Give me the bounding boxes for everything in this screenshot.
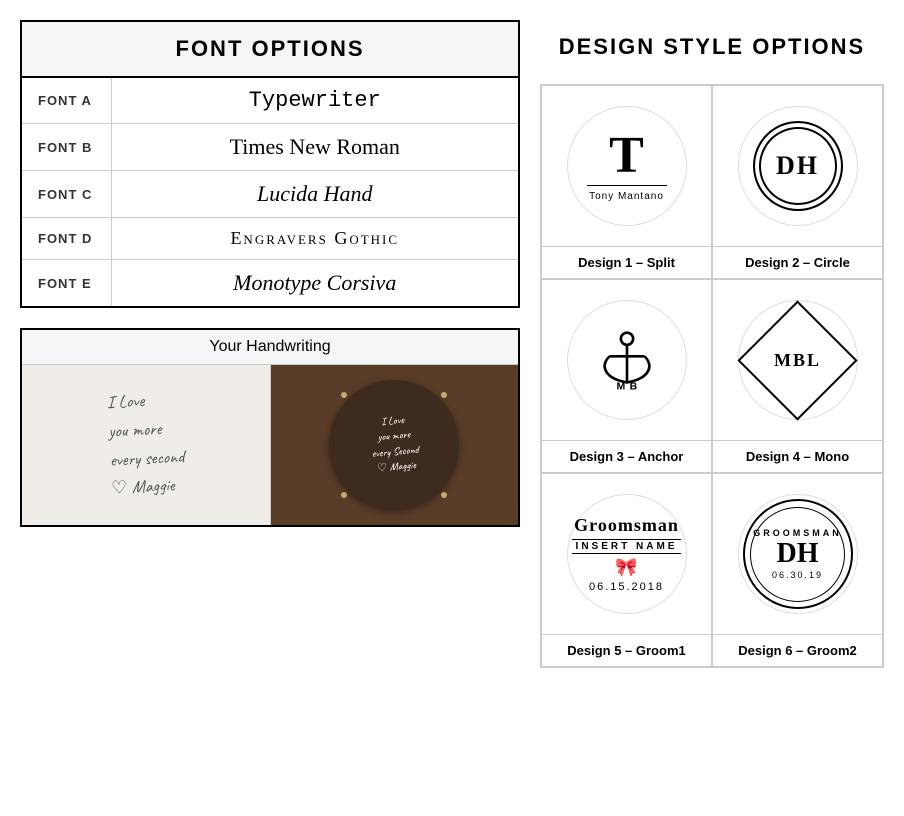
design-cell-2: DH Design 2 – Circle [712, 85, 883, 279]
bow-tie-icon: 🎀 [615, 557, 637, 578]
design6-inner: GROOMSMAN DH 06.30.19 [743, 499, 853, 609]
handwriting-images: I Love you more every second ♡ Maggie I … [22, 365, 518, 525]
design-cell-1: T Tony Mantano Design 1 – Split [541, 85, 712, 279]
font-row-c: FONT C Lucida Hand [21, 171, 519, 218]
design4-circle: MBL [738, 300, 858, 420]
design-cell-5: Groomsman INSERT NAME 🎀 06.15.2018 Desig… [541, 473, 712, 667]
font-row-b: FONT B Times New Roman [21, 124, 519, 171]
watch-dot-tl [341, 392, 347, 398]
design4-letters: MBL [774, 349, 821, 370]
font-label-c: FONT C [21, 171, 111, 218]
font-row-d: FONT D Engravers Gothic [21, 218, 519, 260]
design3-circle: MB [567, 300, 687, 420]
design1-image: T Tony Mantano [542, 86, 711, 246]
design1-letter: T [609, 130, 644, 182]
font-row-e: FONT E Monotype Corsiva [21, 260, 519, 308]
font-row-a: FONT A Typewriter [21, 77, 519, 124]
design-cell-3: MB Design 3 – Anchor [541, 279, 712, 473]
font-label-d: FONT D [21, 218, 111, 260]
design1-name: Tony Mantano [589, 191, 664, 202]
design-grid: T Tony Mantano Design 1 – Split DH Desig… [540, 84, 884, 668]
design5-groomsman: Groomsman [574, 515, 679, 536]
design6-image: GROOMSMAN DH 06.30.19 [713, 474, 882, 634]
handwriting-watch: I Loveyou moreevery Second♡ Maggie [271, 365, 519, 525]
design3-label: Design 3 – Anchor [542, 440, 711, 472]
design5-insert: INSERT NAME [572, 539, 682, 554]
watch-circle: I Loveyou moreevery Second♡ Maggie [329, 380, 459, 510]
left-panel: FONT OPTIONS FONT A Typewriter FONT B Ti… [20, 20, 520, 796]
design3-inner: MB [592, 323, 662, 398]
svg-text:MB: MB [616, 380, 641, 392]
design6-label: Design 6 – Groom2 [713, 634, 882, 666]
handwriting-title: Your Handwriting [22, 330, 518, 365]
design6-circle: GROOMSMAN DH 06.30.19 [738, 494, 858, 614]
handwriting-section: Your Handwriting I Love you more every s… [20, 328, 520, 527]
font-options-title: FONT OPTIONS [20, 20, 520, 76]
font-sample-a: Typewriter [111, 77, 519, 124]
design1-label: Design 1 – Split [542, 246, 711, 278]
design3-image: MB [542, 280, 711, 440]
design2-image: DH [713, 86, 882, 246]
design2-letters: DH [776, 151, 819, 181]
font-label-e: FONT E [21, 260, 111, 308]
design4-label: Design 4 – Mono [713, 440, 882, 472]
design5-circle: Groomsman INSERT NAME 🎀 06.15.2018 [567, 494, 687, 614]
design1-divider [587, 185, 667, 186]
design5-label: Design 5 – Groom1 [542, 634, 711, 666]
watch-dot-tr [441, 392, 447, 398]
font-sample-c: Lucida Hand [111, 171, 519, 218]
font-sample-d: Engravers Gothic [111, 218, 519, 260]
right-panel: DESIGN STYLE OPTIONS T Tony Mantano Desi… [540, 20, 884, 796]
watch-engraved-text: I Loveyou moreevery Second♡ Maggie [363, 407, 426, 483]
design2-circle: DH [738, 106, 858, 226]
design2-inner: DH [753, 121, 843, 211]
anchor-icon: MB [592, 323, 662, 393]
design5-inner: Groomsman INSERT NAME 🎀 06.15.2018 [572, 515, 682, 593]
design2-label: Design 2 – Circle [713, 246, 882, 278]
font-sample-e: Monotype Corsiva [111, 260, 519, 308]
font-label-b: FONT B [21, 124, 111, 171]
font-sample-b: Times New Roman [111, 124, 519, 171]
design1-circle: T Tony Mantano [567, 106, 687, 226]
watch-dot-bl [341, 492, 347, 498]
design4-image: MBL [713, 280, 882, 440]
design-cell-6: GROOMSMAN DH 06.30.19 Design 6 – Groom2 [712, 473, 883, 667]
design-style-title: DESIGN STYLE OPTIONS [540, 20, 884, 74]
watch-dot-br [441, 492, 447, 498]
font-table: FONT A Typewriter FONT B Times New Roman… [20, 76, 520, 308]
handwriting-text: I Love you more every second ♡ Maggie [95, 375, 196, 515]
design5-image: Groomsman INSERT NAME 🎀 06.15.2018 [542, 474, 711, 634]
design5-date: 06.15.2018 [589, 581, 664, 593]
design4-diamond: MBL [737, 300, 857, 420]
design-cell-4: MBL Design 4 – Mono [712, 279, 883, 473]
font-label-a: FONT A [21, 77, 111, 124]
design6-inner-ring [750, 507, 845, 602]
design1-inner: T Tony Mantano [587, 130, 667, 202]
handwriting-note: I Love you more every second ♡ Maggie [22, 365, 271, 525]
